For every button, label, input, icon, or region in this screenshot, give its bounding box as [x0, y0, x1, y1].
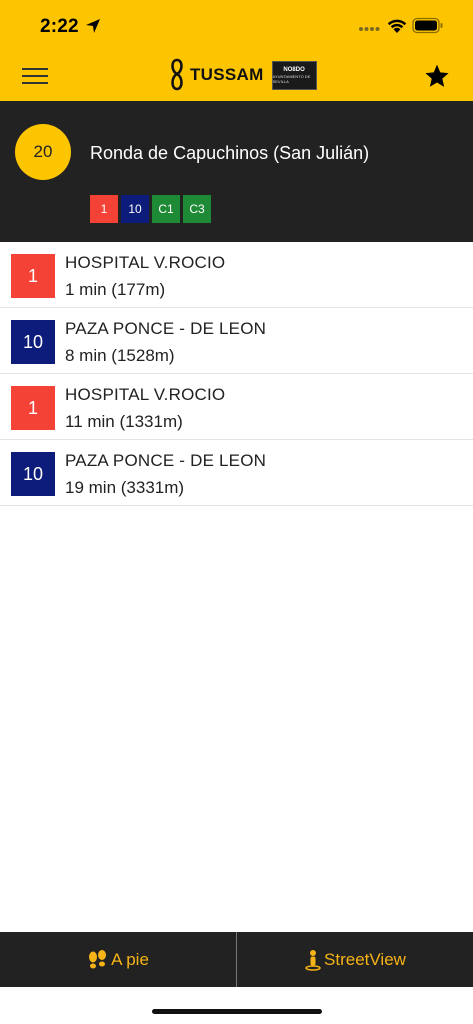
home-indicator — [152, 1009, 322, 1014]
arrival-eta: 8 min (1528m) — [65, 346, 175, 365]
nav-bar: TUSSAM NO8DO AYUNTAMIENTO DE SEVILLA — [0, 50, 473, 101]
logo-text: TUSSAM — [190, 65, 264, 84]
city-logo-badge: NO8DO AYUNTAMIENTO DE SEVILLA — [271, 60, 317, 90]
arrival-row[interactable]: 1 HOSPITAL V.ROCIO 11 min (1331m) — [0, 374, 473, 440]
streetview-label: StreetView — [324, 949, 406, 969]
destination: PAZA PONCE - DE LEON — [65, 319, 267, 338]
line-badge: 10 — [11, 320, 55, 364]
walk-label: A pie — [111, 949, 149, 969]
battery-icon — [412, 17, 443, 34]
favorite-star-icon[interactable] — [424, 63, 450, 89]
destination: HOSPITAL V.ROCIO — [65, 253, 226, 272]
status-bar: 2:22 — [0, 0, 473, 50]
tussam-logo-icon — [171, 58, 183, 91]
streetview-button[interactable]: StreetView — [237, 932, 473, 987]
cellular-signal-icon — [359, 27, 380, 31]
stop-header: 20 Ronda de Capuchinos (San Julián) 1 10… — [0, 101, 473, 242]
destination: HOSPITAL V.ROCIO — [65, 385, 226, 404]
arrivals-list: 1 HOSPITAL V.ROCIO 1 min (177m) 10 PAZA … — [0, 242, 473, 506]
arrival-eta: 19 min (3331m) — [65, 478, 185, 497]
wifi-icon — [387, 19, 407, 33]
status-time: 2:22 — [40, 16, 79, 37]
arrival-row[interactable]: 10 PAZA PONCE - DE LEON 19 min (3331m) — [0, 440, 473, 506]
menu-button[interactable] — [22, 66, 48, 86]
logo-badge-line1: NO8DO — [283, 66, 305, 73]
tussam-logo: TUSSAM NO8DO AYUNTAMIENTO DE SEVILLA — [168, 58, 317, 92]
line-badge: 1 — [11, 386, 55, 430]
location-arrow-icon — [86, 19, 100, 33]
line-chip-c1[interactable]: C1 — [152, 195, 180, 223]
arrival-eta: 11 min (1331m) — [65, 412, 183, 431]
line-chip-1[interactable]: 1 — [90, 195, 118, 223]
arrival-row[interactable]: 1 HOSPITAL V.ROCIO 1 min (177m) — [0, 242, 473, 308]
line-chip-c3[interactable]: C3 — [183, 195, 211, 223]
footsteps-icon — [89, 949, 107, 968]
stop-name: Ronda de Capuchinos (San Julián) — [90, 143, 370, 163]
walk-button[interactable]: A pie — [0, 932, 236, 987]
arrival-eta: 1 min (177m) — [65, 280, 166, 299]
stop-lines: 1 10 C1 C3 — [90, 195, 211, 223]
line-badge: 1 — [11, 254, 55, 298]
stop-number-badge: 20 — [15, 124, 71, 180]
line-badge: 10 — [11, 452, 55, 496]
bottom-toolbar: A pie StreetView — [0, 932, 473, 987]
arrival-row[interactable]: 10 PAZA PONCE - DE LEON 8 min (1528m) — [0, 308, 473, 374]
pegman-icon — [305, 949, 321, 971]
destination: PAZA PONCE - DE LEON — [65, 451, 267, 470]
top-bar: 2:22 TUSSAM NO8DO AYUNTAMIENTO DE SEVILL… — [0, 0, 473, 101]
line-chip-10[interactable]: 10 — [121, 195, 149, 223]
logo-badge-line2: AYUNTAMIENTO DE SEVILLA — [272, 73, 311, 84]
